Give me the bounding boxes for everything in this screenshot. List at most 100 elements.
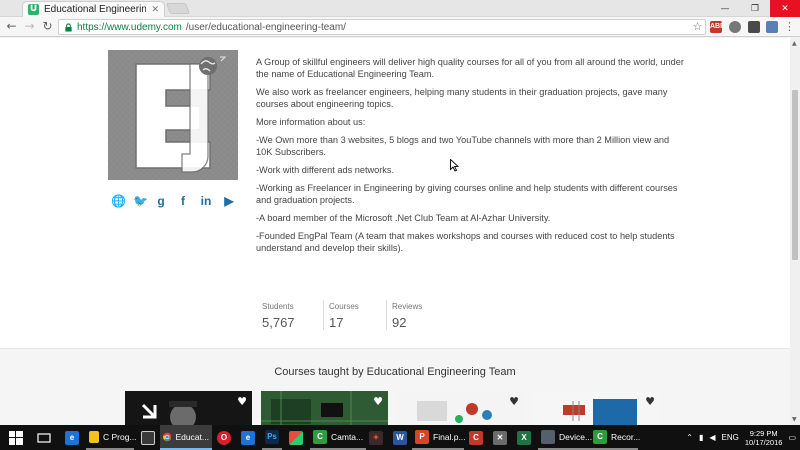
window-controls: — ❐ ✕ (710, 0, 800, 17)
windows-logo-icon (9, 430, 23, 445)
profile-bio: A Group of skillful engineers will deliv… (256, 56, 686, 260)
browser-icon: e (241, 430, 255, 445)
page-content: 🌐 🐦 g f in ▶ A Group of skillful enginee… (0, 38, 790, 425)
bookmark-star-icon[interactable]: ☆ (690, 19, 705, 34)
facebook-icon[interactable]: f (177, 195, 189, 207)
taskbar-app[interactable]: C Camta... (310, 425, 366, 450)
url-path: /user/educational-engineering-team/ (185, 21, 346, 33)
address-bar[interactable]: https://www.udemy.com/user/educational-e… (58, 19, 706, 35)
scroll-down-icon[interactable]: ▼ (792, 416, 797, 423)
network-icon[interactable]: ▮ (699, 433, 703, 442)
back-arrow-icon[interactable]: ← (4, 19, 19, 34)
notifications-icon[interactable]: ▭ (788, 433, 796, 442)
stat-label: Students (262, 302, 294, 311)
app-icon: ✦ (369, 430, 383, 445)
twitter-icon[interactable]: 🐦 (133, 195, 148, 207)
globe-icon[interactable]: 🌐 (111, 195, 126, 207)
tab-close-icon[interactable]: ✕ (151, 5, 159, 15)
course-card[interactable]: ♥ (397, 391, 524, 425)
start-button[interactable] (6, 425, 26, 450)
taskbar-app-label: Final.p... (433, 431, 466, 442)
clock-date: 10/17/2016 (744, 437, 783, 447)
screen: U Educational Engineering ✕ — ❐ ✕ ← → ↻ … (0, 0, 800, 450)
mouse-cursor-icon (450, 159, 459, 172)
taskbar-app-tile[interactable] (286, 425, 306, 450)
courses-section: Courses taught by Educational Engineerin… (0, 348, 790, 425)
taskbar-word[interactable]: W (390, 425, 410, 450)
maximize-icon[interactable]: ❐ (740, 0, 770, 17)
extension-icon[interactable] (766, 21, 778, 33)
stat-label: Reviews (392, 302, 423, 311)
taskbar-app[interactable]: Device... (538, 425, 593, 450)
opera-icon: O (217, 430, 231, 445)
bio-paragraph: -Work with different ads networks. (256, 165, 395, 175)
taskbar-app-label: Device... (559, 431, 593, 442)
camtasia-icon: C (313, 429, 327, 444)
linkedin-icon[interactable]: in (199, 195, 213, 207)
app-icon: ✕ (493, 430, 507, 445)
bio-paragraph: -We Own more than 3 websites, 5 blogs an… (256, 135, 670, 157)
forward-arrow-icon[interactable]: → (22, 19, 37, 34)
browser-toolbar: ← → ↻ https://www.udemy.com/user/educati… (0, 17, 800, 37)
taskbar-app-active[interactable]: Educat... (160, 425, 212, 450)
page-scrollbar[interactable]: ▲ ▼ (790, 38, 800, 425)
taskbar-app[interactable]: C Recor... (590, 425, 640, 450)
wishlist-heart-icon[interactable]: ♥ (373, 395, 383, 408)
taskbar-excel[interactable]: X (514, 425, 534, 450)
taskbar-app[interactable]: C Prog... (86, 425, 137, 450)
taskbar-app-tile[interactable]: ✦ (366, 425, 386, 450)
course-thumbnail-arduino-icon (533, 391, 660, 425)
taskbar-app-label: Camta... (331, 431, 364, 442)
taskbar-store[interactable] (138, 425, 158, 450)
course-thumbnail-circuit-icon (261, 391, 388, 425)
new-tab-button[interactable] (165, 3, 191, 14)
minimize-icon[interactable]: — (710, 0, 740, 17)
course-card[interactable]: ♥ (261, 391, 388, 425)
udemy-favicon-icon: U (28, 4, 39, 15)
taskbar-edge[interactable]: e (62, 425, 82, 450)
taskbar-app[interactable]: P Final.p... (412, 425, 466, 450)
wishlist-heart-icon[interactable]: ♥ (645, 395, 655, 408)
taskbar-app-tile[interactable]: ✕ (490, 425, 510, 450)
course-card[interactable]: ♥ (125, 391, 252, 425)
task-view-button[interactable] (34, 425, 54, 450)
taskbar-photoshop[interactable]: Ps (262, 425, 282, 450)
wishlist-heart-icon[interactable]: ♥ (237, 395, 247, 408)
excel-icon: X (517, 430, 531, 445)
bio-paragraph: -Founded EngPal Team (A team that makes … (256, 231, 675, 253)
wishlist-heart-icon[interactable]: ♥ (509, 395, 519, 408)
bio-paragraph: -A board member of the Microsoft .Net Cl… (256, 213, 551, 223)
google-plus-icon[interactable]: g (155, 195, 167, 207)
adblock-icon[interactable]: ABP (710, 21, 725, 33)
bio-paragraph: We also work as freelancer engineers, he… (256, 87, 668, 109)
taskbar-app-tile[interactable]: C (466, 425, 486, 450)
task-view-icon (37, 432, 51, 443)
stat-value: 17 (329, 315, 344, 330)
input-language[interactable]: ENG (722, 433, 739, 442)
device-manager-icon (541, 429, 555, 444)
reload-icon[interactable]: ↻ (40, 19, 55, 34)
bio-paragraph: More information about us: (256, 117, 366, 127)
profile-stats: Students 5,767 Courses 17 Reviews 92 (258, 300, 446, 330)
extension-icon[interactable] (729, 21, 741, 33)
scroll-up-icon[interactable]: ▲ (792, 40, 797, 47)
close-window-icon[interactable]: ✕ (770, 0, 800, 17)
stat-label: Courses (329, 302, 359, 311)
clock[interactable]: 9:29 PM 10/17/2016 (745, 429, 783, 447)
speaker-icon[interactable]: ◀ (709, 433, 715, 442)
browser-tab[interactable]: U Educational Engineering ✕ (22, 1, 165, 17)
taskbar-app-label: Educat... (175, 431, 209, 442)
chevron-up-icon[interactable]: ⌃ (686, 433, 693, 442)
extension-icon[interactable] (748, 21, 760, 33)
taskbar-edge-alt[interactable]: e (238, 425, 258, 450)
scrollbar-thumb[interactable] (792, 90, 798, 260)
edge-icon: e (65, 430, 79, 445)
menu-dots-icon[interactable]: ⋮ (782, 19, 797, 34)
youtube-icon[interactable]: ▶ (223, 195, 235, 207)
course-thumbnail-person-icon (125, 391, 252, 425)
app-icon (289, 430, 303, 445)
powerpoint-icon: P (415, 429, 429, 444)
taskbar-opera[interactable]: O (214, 425, 234, 450)
chrome-icon (163, 432, 172, 441)
course-card[interactable]: ♥ (533, 391, 660, 425)
